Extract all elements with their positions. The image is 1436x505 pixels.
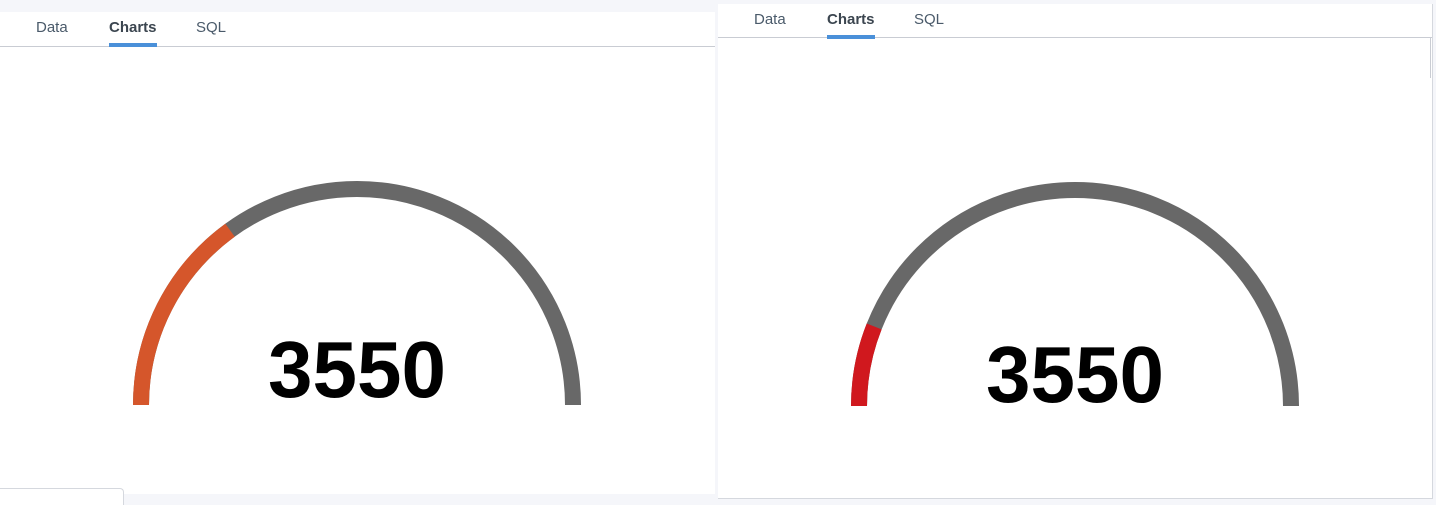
gauge-chart: 3550 [133,181,581,414]
gauge-value: 3550 [268,325,446,414]
bottom-tab[interactable] [0,488,124,505]
divider [1430,38,1431,78]
gauge-fill [851,323,882,407]
gauge-value: 3550 [986,330,1164,419]
gauge-chart: 3550 [851,182,1299,419]
chart-panel-left: Data Charts SQL 3550 [0,12,715,494]
chart-panel-right: Data Charts SQL 3550 [718,4,1433,499]
gauge-fill [133,223,235,406]
